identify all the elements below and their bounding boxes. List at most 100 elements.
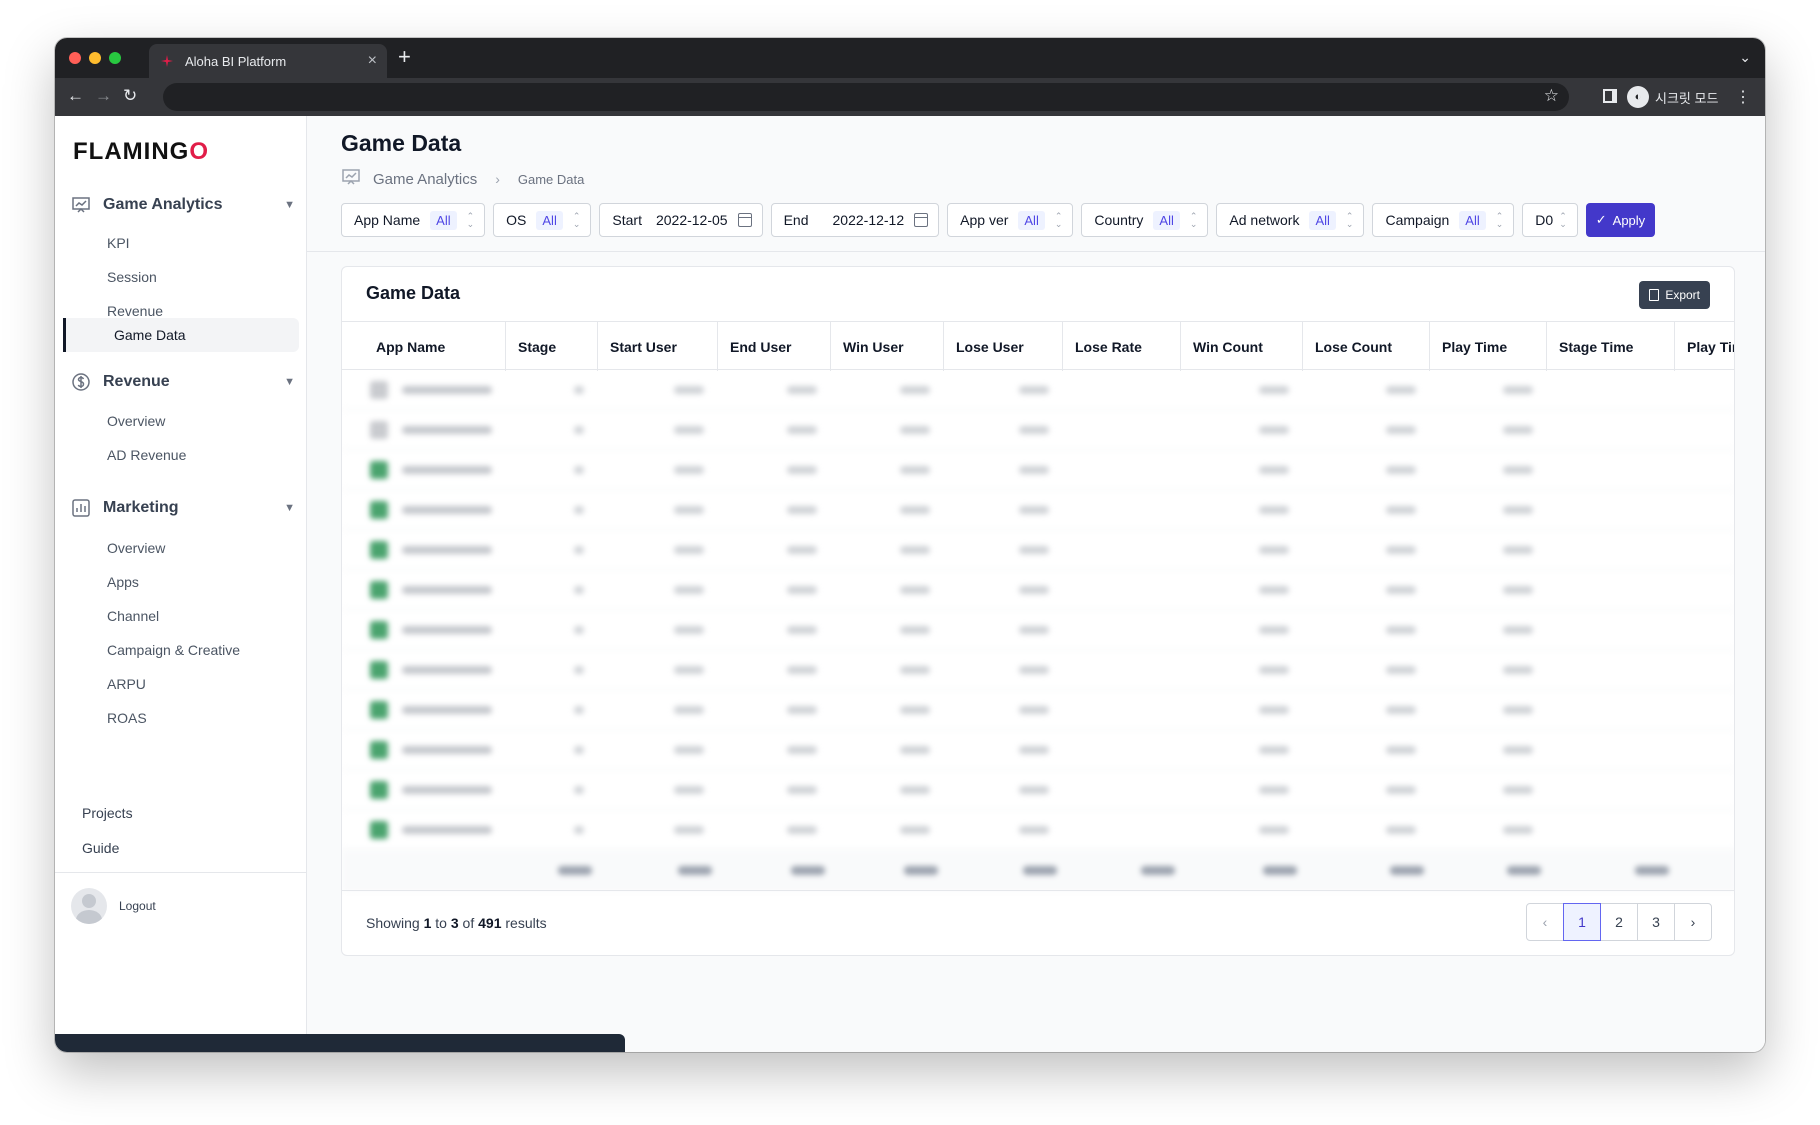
column-header-win-count[interactable]: Win Count bbox=[1181, 322, 1303, 371]
redacted-text bbox=[674, 466, 704, 474]
column-header-lose-user[interactable]: Lose User bbox=[944, 322, 1063, 371]
sidebar-item-session[interactable]: Session bbox=[107, 267, 157, 287]
filter-label: End bbox=[783, 212, 809, 228]
day-filter[interactable]: D0 ⌃ ⌄ bbox=[1522, 203, 1578, 237]
new-tab-button[interactable]: + bbox=[398, 46, 411, 68]
table-row bbox=[342, 610, 1734, 650]
forward-arrow-icon[interactable]: → bbox=[95, 86, 112, 106]
column-header-lose-rate[interactable]: Lose Rate bbox=[1063, 322, 1181, 371]
redacted-total-cell bbox=[1125, 850, 1175, 890]
tab-close-icon[interactable]: × bbox=[368, 53, 377, 69]
redacted-text bbox=[1386, 466, 1416, 474]
sidebar-item-game-data[interactable]: Game Data bbox=[63, 318, 299, 352]
redacted-total-cell bbox=[1491, 850, 1541, 890]
page-button-1[interactable]: 1 bbox=[1563, 903, 1601, 941]
previous-page-button[interactable]: ‹ bbox=[1526, 903, 1564, 941]
projects-link[interactable]: Projects bbox=[82, 805, 133, 821]
sidebar-section-marketing[interactable]: Marketing ▼ bbox=[71, 490, 295, 526]
apply-button[interactable]: ✓ Apply bbox=[1585, 203, 1656, 237]
redacted-text bbox=[787, 386, 817, 394]
sidebar-item-roas[interactable]: ROAS bbox=[107, 708, 147, 728]
redacted-text bbox=[787, 466, 817, 474]
bookmark-star-icon[interactable]: ☆ bbox=[1544, 86, 1559, 106]
browser-tab[interactable]: Aloha BI Platform × bbox=[149, 44, 387, 78]
sidebar-item-arpu[interactable]: ARPU bbox=[107, 674, 146, 694]
sidebar-item-channel[interactable]: Channel bbox=[107, 606, 159, 626]
redacted-text bbox=[787, 506, 817, 514]
redacted-cell bbox=[538, 610, 584, 650]
up-down-chevron-icon: ⌃ ⌄ bbox=[572, 211, 581, 229]
redacted-text bbox=[574, 626, 584, 634]
country-filter[interactable]: Country All ⌃ ⌄ bbox=[1081, 203, 1209, 237]
end-date-picker[interactable]: End 2022-12-12 bbox=[770, 203, 940, 237]
logout-link[interactable]: Logout bbox=[119, 899, 156, 913]
sidebar-item-ad-revenue[interactable]: AD Revenue bbox=[107, 445, 186, 465]
redacted-text bbox=[900, 386, 930, 394]
next-page-button[interactable]: › bbox=[1674, 903, 1712, 941]
os-filter[interactable]: OS All ⌃ ⌄ bbox=[493, 203, 592, 237]
column-header-end-user[interactable]: End User bbox=[718, 322, 831, 371]
back-arrow-icon[interactable]: ← bbox=[67, 86, 84, 106]
maximize-window-button[interactable] bbox=[109, 52, 121, 64]
user-menu[interactable]: Logout bbox=[71, 888, 156, 924]
ad-network-filter[interactable]: Ad network All ⌃ ⌄ bbox=[1216, 203, 1365, 237]
column-header-play-time[interactable]: Play Time bbox=[1430, 322, 1547, 371]
redacted-cell bbox=[1243, 570, 1289, 610]
page-button-3[interactable]: 3 bbox=[1637, 903, 1675, 941]
filter-label: Start bbox=[612, 212, 642, 228]
address-bar[interactable]: ☆ bbox=[163, 83, 1569, 111]
redacted-text bbox=[674, 746, 704, 754]
reload-icon[interactable]: ↻ bbox=[123, 86, 137, 106]
sidebar-item-kpi[interactable]: KPI bbox=[107, 233, 130, 253]
campaign-filter[interactable]: Campaign All ⌃ ⌄ bbox=[1372, 203, 1515, 237]
incognito-icon: ◐ bbox=[1627, 86, 1649, 108]
redacted-total-cell bbox=[1247, 850, 1297, 890]
close-window-button[interactable] bbox=[69, 52, 81, 64]
filter-label: Ad network bbox=[1229, 212, 1300, 228]
sidebar-item-marketing-overview[interactable]: Overview bbox=[107, 538, 165, 558]
redacted-cell bbox=[1243, 530, 1289, 570]
flamingo-favicon-icon bbox=[159, 53, 175, 69]
redacted-text bbox=[674, 506, 704, 514]
redacted-text bbox=[1259, 466, 1289, 474]
browser-menu-icon[interactable]: ⋮ bbox=[1735, 87, 1751, 107]
tab-search-chevron-icon[interactable]: ⌄ bbox=[1739, 49, 1751, 66]
sidebar-item-apps[interactable]: Apps bbox=[107, 572, 139, 592]
sidebar-item-campaign-creative[interactable]: Campaign & Creative bbox=[107, 640, 240, 660]
column-header-play-time-2[interactable]: Play Time bbox=[1675, 322, 1734, 371]
redacted-cell bbox=[1370, 370, 1416, 410]
app-name-filter[interactable]: App Name All ⌃ ⌄ bbox=[341, 203, 486, 237]
redacted-cell bbox=[884, 730, 930, 770]
sidebar-item-revenue-overview[interactable]: Overview bbox=[107, 411, 165, 431]
side-panel-icon[interactable] bbox=[1603, 89, 1617, 103]
minimize-window-button[interactable] bbox=[89, 52, 101, 64]
sidebar-section-revenue[interactable]: Revenue ▼ bbox=[71, 364, 295, 400]
column-header-lose-count[interactable]: Lose Count bbox=[1303, 322, 1430, 371]
redacted-cell bbox=[884, 650, 930, 690]
export-button[interactable]: Export bbox=[1639, 281, 1710, 309]
redacted-text bbox=[1259, 586, 1289, 594]
column-header-win-user[interactable]: Win User bbox=[831, 322, 944, 371]
flamingo-logo[interactable]: FLAMINGO bbox=[73, 138, 209, 166]
redacted-cell bbox=[1243, 690, 1289, 730]
column-header-app-name[interactable]: App Name bbox=[342, 322, 506, 371]
incognito-indicator[interactable]: ◐ 시크릿 모드 bbox=[1627, 86, 1718, 108]
column-header-start-user[interactable]: Start User bbox=[598, 322, 718, 371]
app-root: FLAMINGO Game Analytics ▼ KPI Session Re… bbox=[55, 116, 1765, 1052]
sidebar-section-game-analytics[interactable]: Game Analytics ▼ bbox=[71, 187, 295, 223]
guide-link[interactable]: Guide bbox=[82, 840, 119, 856]
column-header-stage[interactable]: Stage bbox=[506, 322, 598, 371]
redacted-text bbox=[1019, 546, 1049, 554]
redacted-text bbox=[1386, 706, 1416, 714]
page-button-2[interactable]: 2 bbox=[1600, 903, 1638, 941]
column-header-stage-time[interactable]: Stage Time bbox=[1547, 322, 1675, 371]
redacted-text bbox=[1263, 865, 1297, 875]
filter-value: All bbox=[1459, 210, 1486, 230]
filter-label: Country bbox=[1094, 212, 1144, 228]
redacted-text bbox=[787, 826, 817, 834]
redacted-text bbox=[1259, 546, 1289, 554]
app-version-filter[interactable]: App ver All ⌃ ⌄ bbox=[947, 203, 1074, 237]
start-date-picker[interactable]: Start 2022-12-05 bbox=[599, 203, 763, 237]
breadcrumb-game-analytics[interactable]: Game Analytics bbox=[373, 171, 477, 188]
filter-value: All bbox=[1153, 210, 1180, 230]
